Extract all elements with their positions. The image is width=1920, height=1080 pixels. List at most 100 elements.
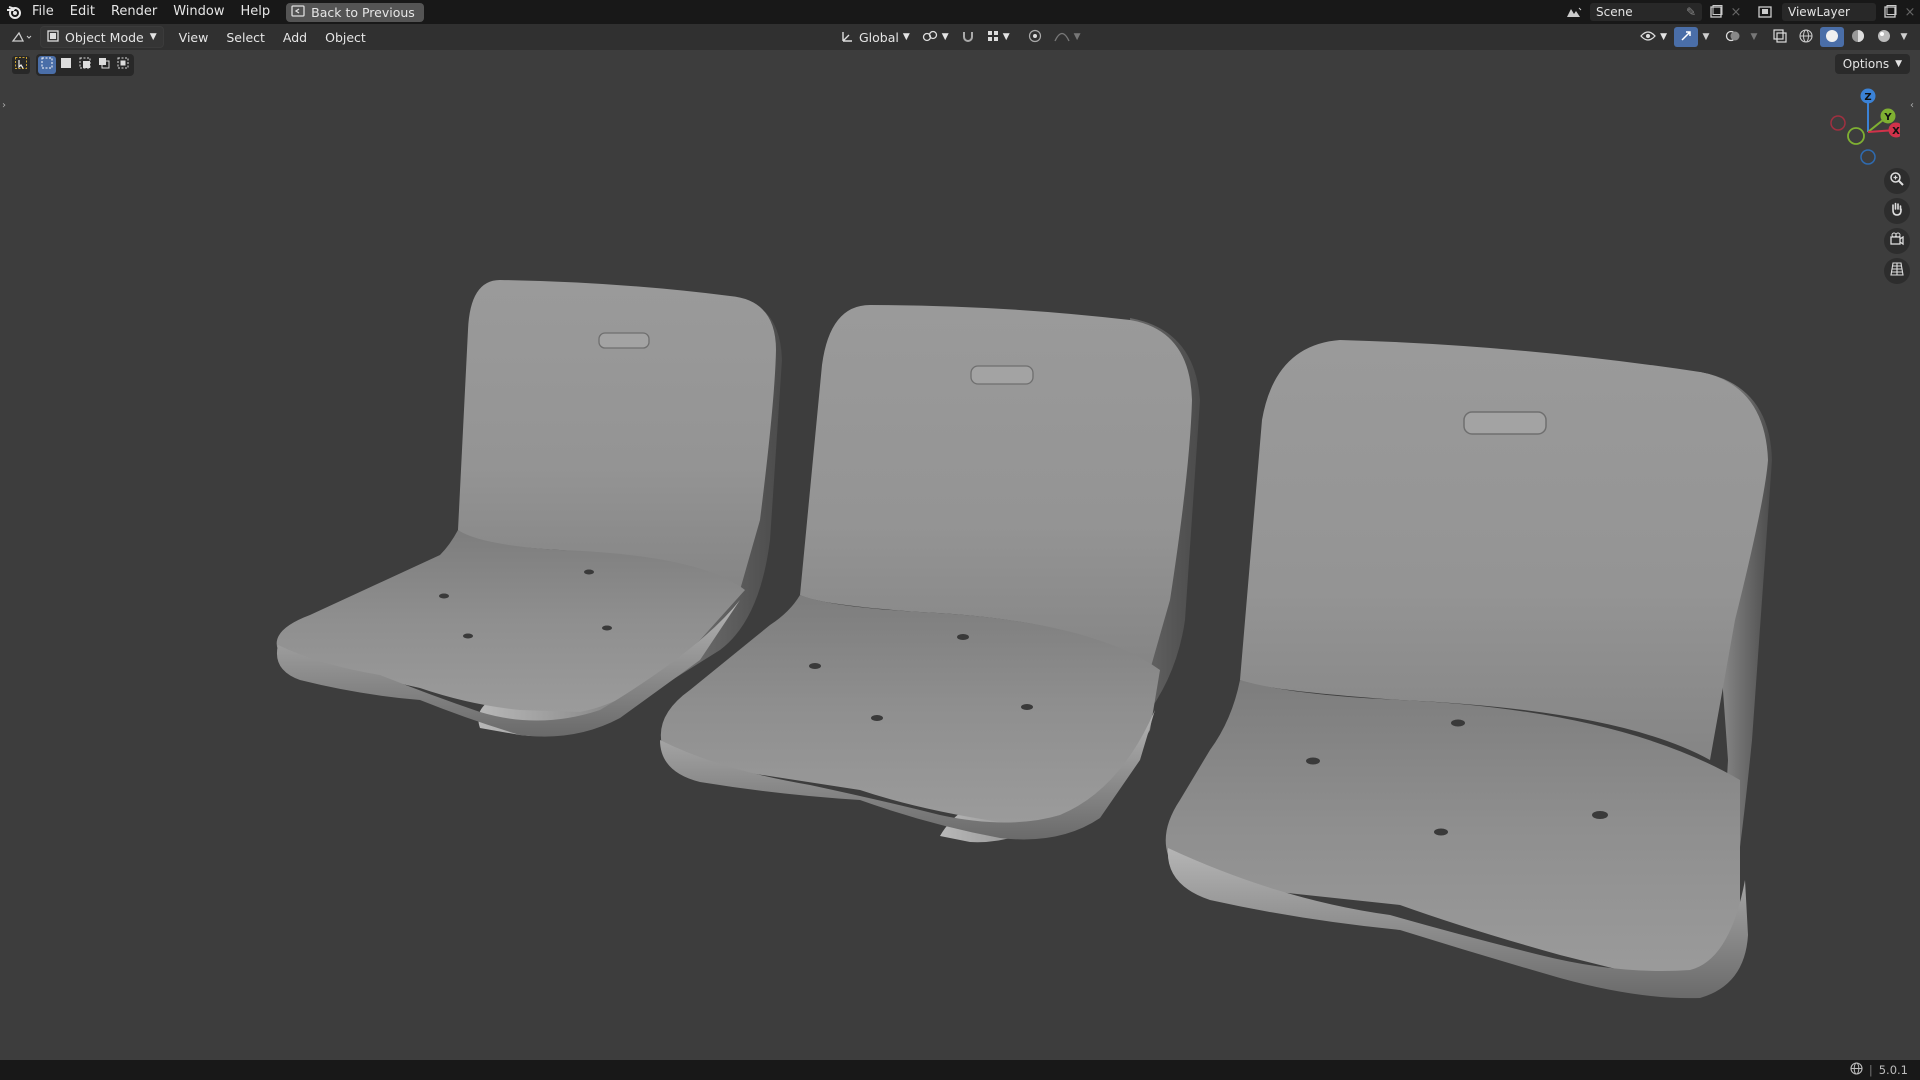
seat-middle-bolt-hole — [871, 715, 883, 721]
workspace-selectors: Scene ✎ × ViewLayer × — [1564, 0, 1920, 24]
transform-orientation-dropdown[interactable]: Global ▼ — [836, 27, 915, 47]
snap-toggle[interactable] — [956, 27, 980, 47]
snap-grid-icon — [987, 30, 999, 45]
menu-window[interactable]: Window — [165, 0, 232, 24]
shading-rendered-button[interactable] — [1872, 27, 1896, 47]
status-separator: | — [1868, 1063, 1873, 1077]
chevron-down-icon: ▼ — [149, 32, 157, 42]
pin-icon[interactable]: ✎ — [1686, 5, 1696, 19]
select-invert-button[interactable] — [95, 56, 113, 74]
chevron-down-icon: ▼ — [1002, 32, 1010, 42]
new-view-layer-icon[interactable] — [1880, 2, 1900, 22]
object-mode-dropdown[interactable]: Object Mode ▼ — [40, 26, 164, 48]
select-subtract-icon — [79, 57, 91, 73]
close-scene-icon[interactable]: × — [1726, 2, 1746, 22]
select-extend-icon — [60, 57, 72, 73]
3d-viewport[interactable]: › ‹ — [0, 50, 1920, 1060]
grid-perspective-icon — [1889, 261, 1905, 281]
select-intersect-icon — [117, 57, 129, 73]
seat-middle-bolt-hole — [809, 663, 821, 669]
chevron-down-icon: ▼ — [1073, 32, 1081, 42]
seat-right-handle-slot — [1463, 411, 1547, 435]
viewport-scene[interactable] — [0, 50, 1920, 1060]
select-tool-button[interactable] — [12, 56, 30, 74]
gizmo-options-chevron-icon[interactable]: ▼ — [1700, 27, 1712, 47]
proportional-edit-icon — [1028, 29, 1042, 46]
options-dropdown[interactable]: Options ▼ — [1834, 54, 1910, 74]
object-visibility-dropdown[interactable]: ▼ — [1635, 27, 1672, 47]
menu-help[interactable]: Help — [233, 0, 279, 24]
blender-logo-icon[interactable] — [4, 2, 24, 22]
menu-object[interactable]: Object — [316, 30, 375, 45]
gizmo-icon — [1679, 29, 1693, 46]
zoom-icon — [1889, 171, 1905, 191]
overlays-options-chevron-icon[interactable]: ▼ — [1748, 27, 1760, 47]
toolbar-toggle-icon[interactable]: › — [2, 100, 6, 111]
object-mode-label: Object Mode — [65, 29, 144, 45]
seat-left-bolt-hole — [584, 569, 594, 575]
tool-settings-row — [12, 54, 134, 76]
menu-render[interactable]: Render — [103, 0, 165, 24]
scene-name-field[interactable]: Scene ✎ — [1590, 3, 1702, 21]
magnet-icon — [961, 29, 975, 46]
object-mode-icon — [47, 29, 59, 45]
new-scene-icon[interactable] — [1706, 2, 1726, 22]
select-invert-icon — [98, 57, 110, 73]
seat-middle-handle-slot — [970, 365, 1034, 385]
shading-wireframe-button[interactable] — [1794, 27, 1818, 47]
perspective-toggle-button[interactable] — [1884, 258, 1910, 284]
zoom-button[interactable] — [1884, 168, 1910, 194]
xray-toggle[interactable] — [1768, 27, 1792, 47]
select-extend-button[interactable] — [57, 56, 75, 74]
seat-right-bolt-hole — [1306, 757, 1320, 765]
select-intersect-button[interactable] — [114, 56, 132, 74]
seat-right-bolt-hole — [1434, 828, 1448, 836]
seat-left-handle-slot — [598, 332, 650, 349]
back-to-previous-button[interactable]: Back to Previous — [286, 2, 424, 22]
proportional-falloff-dropdown[interactable]: ▼ — [1049, 27, 1086, 47]
seat-left[interactable] — [276, 280, 782, 737]
shading-tools: ▼ ▼ ▼ ▼ — [1635, 24, 1910, 50]
scene-selector-icon[interactable] — [1564, 2, 1584, 22]
status-bar: | 5.0.1 — [0, 1060, 1920, 1080]
chevron-down-icon: ▼ — [902, 32, 910, 42]
menu-view[interactable]: View — [170, 30, 218, 45]
seat-right-bolt-hole — [1451, 719, 1465, 727]
seat-right[interactable] — [1165, 340, 1772, 999]
gizmo-neg-x[interactable] — [1830, 115, 1846, 131]
menu-add[interactable]: Add — [274, 30, 316, 45]
view-layer-selector-icon[interactable] — [1756, 2, 1776, 22]
viewport-header: Object Mode ▼ View Select Add Object Glo… — [0, 24, 1920, 50]
navigation-gizmo[interactable]: Z Y X — [1820, 82, 1900, 172]
menu-edit[interactable]: Edit — [62, 0, 103, 24]
shading-options-chevron-icon[interactable]: ▼ — [1898, 27, 1910, 47]
gizmo-neg-z[interactable] — [1860, 149, 1876, 165]
gizmo-neg-y[interactable] — [1847, 127, 1865, 145]
camera-view-button[interactable] — [1884, 228, 1910, 254]
menu-file[interactable]: File — [24, 0, 62, 24]
snap-target-dropdown[interactable]: ▼ — [982, 27, 1015, 47]
sidebar-toggle-icon[interactable]: ‹ — [1910, 100, 1914, 111]
shading-material-button[interactable] — [1846, 27, 1870, 47]
view-layer-field[interactable]: ViewLayer — [1782, 3, 1876, 21]
proportional-editing-toggle[interactable] — [1023, 27, 1047, 47]
wireframe-sphere-icon — [1799, 28, 1813, 46]
gizmo-toggle[interactable] — [1674, 27, 1698, 47]
top-bar: File Edit Render Window Help Back to Pre… — [0, 0, 1920, 24]
selection-mode-group — [36, 54, 134, 76]
pan-button[interactable] — [1884, 198, 1910, 224]
seat-left-bolt-hole — [463, 633, 473, 639]
pivot-point-dropdown[interactable]: ▼ — [917, 27, 954, 47]
menu-select[interactable]: Select — [217, 30, 274, 45]
seat-middle-bolt-hole — [1021, 704, 1033, 710]
close-view-layer-icon[interactable]: × — [1900, 2, 1920, 22]
pivot-icon — [922, 29, 938, 46]
shading-solid-button[interactable] — [1820, 27, 1844, 47]
editor-type-icon[interactable] — [8, 27, 36, 47]
network-globe-icon[interactable] — [1850, 1062, 1863, 1078]
material-sphere-icon — [1851, 29, 1865, 46]
cursor-select-icon — [15, 57, 27, 73]
select-new-button[interactable] — [38, 56, 56, 74]
overlays-toggle[interactable] — [1720, 27, 1746, 47]
select-subtract-button[interactable] — [76, 56, 94, 74]
